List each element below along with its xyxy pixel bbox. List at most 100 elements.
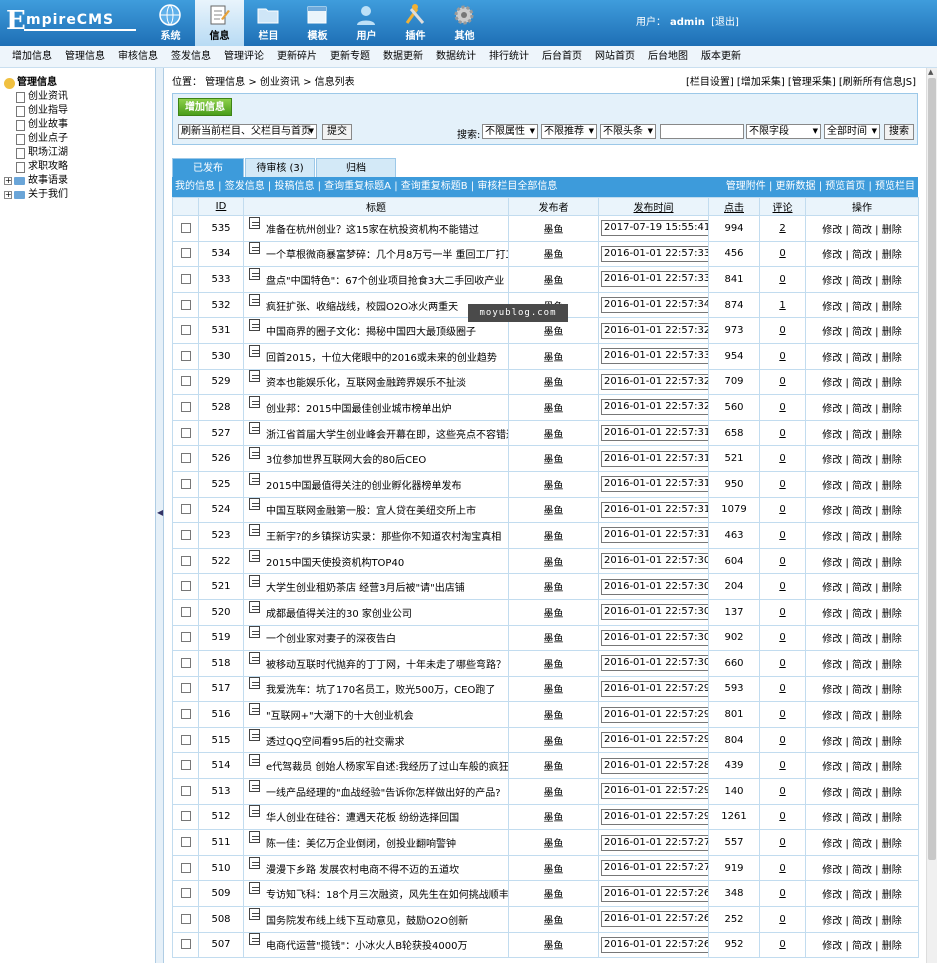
row-checkbox[interactable] xyxy=(180,248,191,259)
menu-item[interactable]: 数据统计 xyxy=(436,46,476,68)
row-title-link[interactable]: 大学生创业租奶茶店 经营3月后被"请"出店铺 xyxy=(266,583,465,594)
row-title-link[interactable]: 陈一佳：美亿万企业倒闭，创投业翻响警钟 xyxy=(266,839,456,850)
edit-document-icon[interactable] xyxy=(249,447,260,460)
row-comments-link[interactable]: 0 xyxy=(779,811,785,822)
row-ops[interactable]: 修改 | 简改 | 删除 xyxy=(805,778,919,805)
row-time-field[interactable]: 2016-01-01 22:57:26 xyxy=(601,885,708,902)
row-title-link[interactable]: 华人创业在硅谷：遭遇天花板 纷纷选择回国 xyxy=(266,813,459,824)
edit-document-icon[interactable] xyxy=(249,216,260,229)
row-title-link[interactable]: 电商代运营"揽钱"：小冰火人B轮获投4000万 xyxy=(266,941,468,952)
edit-document-icon[interactable] xyxy=(249,882,260,895)
row-time-field[interactable]: 2016-01-01 22:57:31 xyxy=(601,425,708,442)
edit-document-icon[interactable] xyxy=(249,370,260,383)
row-checkbox[interactable] xyxy=(180,478,191,489)
row-title-link[interactable]: 国务院发布线上线下互动意见，鼓励O2O创新 xyxy=(266,916,468,927)
row-ops[interactable]: 修改 | 简改 | 删除 xyxy=(805,240,919,268)
row-comments-link[interactable]: 0 xyxy=(779,351,785,362)
menu-item[interactable]: 排行统计 xyxy=(489,46,529,68)
row-checkbox[interactable] xyxy=(180,453,191,464)
row-comments-link[interactable]: 0 xyxy=(779,786,785,797)
row-checkbox[interactable] xyxy=(180,785,191,796)
row-ops[interactable]: 修改 | 简改 | 删除 xyxy=(805,829,919,856)
row-title-link[interactable]: 成都最值得关注的30 家创业公司 xyxy=(266,609,412,620)
row-checkbox[interactable] xyxy=(180,888,191,899)
row-comments-link[interactable]: 0 xyxy=(779,735,785,746)
row-title-link[interactable]: 回首2015，十位大佬眼中的2016或未来的创业趋势 xyxy=(266,353,497,364)
edit-document-icon[interactable] xyxy=(249,754,260,767)
row-checkbox[interactable] xyxy=(180,913,191,924)
filter-recommend-select[interactable]: 不限推荐 xyxy=(541,124,597,139)
row-time-field[interactable]: 2016-01-01 22:57:32 xyxy=(601,373,708,390)
row-ops[interactable]: 修改 | 简改 | 删除 xyxy=(805,266,919,293)
row-title-link[interactable]: e代驾裁员 创始人杨家军自述:我经历了过山车般的疯狂 xyxy=(266,762,508,773)
row-comments-link[interactable]: 0 xyxy=(779,581,785,592)
edit-document-icon[interactable] xyxy=(249,677,260,690)
row-title-link[interactable]: 2015中国天使投资机构TOP40 xyxy=(266,558,404,569)
row-title-link[interactable]: 准备在杭州创业？这15家在杭投资机构不能错过 xyxy=(266,225,479,236)
row-checkbox[interactable] xyxy=(180,939,191,950)
row-title-link[interactable]: 2015中国最值得关注的创业孵化器榜单发布 xyxy=(266,481,461,492)
row-time-field[interactable]: 2016-01-01 22:57:30 xyxy=(601,578,708,595)
edit-document-icon[interactable] xyxy=(249,856,260,869)
menu-item[interactable]: 网站首页 xyxy=(595,46,635,68)
row-ops[interactable]: 修改 | 简改 | 删除 xyxy=(805,624,919,652)
row-time-field[interactable]: 2016-01-01 22:57:29 xyxy=(601,680,708,697)
row-title-link[interactable]: 中国商界的圈子文化：揭秘中国四大最顶级圈子 xyxy=(266,327,476,338)
row-time-field[interactable]: 2016-01-01 22:57:28 xyxy=(601,757,708,774)
row-checkbox[interactable] xyxy=(180,529,191,540)
header-comments[interactable]: 评论 xyxy=(759,197,806,216)
location-links[interactable]: [栏目设置] [增加采集] [管理采集] [刷新所有信息JS] xyxy=(686,76,916,90)
menu-item[interactable]: 数据更新 xyxy=(383,46,423,68)
tree-group[interactable]: + 故事语录 xyxy=(4,174,68,188)
row-checkbox[interactable] xyxy=(180,657,191,668)
row-time-field[interactable]: 2016-01-01 22:57:30 xyxy=(601,604,708,621)
row-checkbox[interactable] xyxy=(180,632,191,643)
menu-item[interactable]: 审核信息 xyxy=(118,46,158,68)
row-title-link[interactable]: 我爱洗车：坑了170名员工，败光500万，CEO跑了 xyxy=(266,685,495,696)
row-comments-link[interactable]: 0 xyxy=(779,760,785,771)
time-range-select[interactable]: 全部时间 xyxy=(824,124,880,139)
edit-document-icon[interactable] xyxy=(249,626,260,639)
row-time-field[interactable]: 2016-01-01 22:57:30 xyxy=(601,553,708,570)
row-comments-link[interactable]: 0 xyxy=(779,530,785,541)
row-comments-link[interactable]: 0 xyxy=(779,325,785,336)
topnav-item-2[interactable]: 栏目 xyxy=(244,0,293,46)
row-checkbox[interactable] xyxy=(180,862,191,873)
row-comments-link[interactable]: 0 xyxy=(779,939,785,950)
expand-plus-icon[interactable]: + xyxy=(4,191,12,199)
row-comments-link[interactable]: 0 xyxy=(779,607,785,618)
row-time-field[interactable]: 2016-01-01 22:57:31 xyxy=(601,527,708,544)
refresh-select[interactable]: 刷新当前栏目、父栏目与首页 xyxy=(178,124,317,139)
row-comments-link[interactable]: 0 xyxy=(779,683,785,694)
menu-item[interactable]: 签发信息 xyxy=(171,46,211,68)
logout-link[interactable]: [退出] xyxy=(711,17,739,28)
row-checkbox[interactable] xyxy=(180,683,191,694)
row-title-link[interactable]: 漫漫下乡路 发展农村电商不得不迈的五道坎 xyxy=(266,865,459,876)
edit-document-icon[interactable] xyxy=(249,728,260,741)
tab-2[interactable]: 归档 xyxy=(316,158,396,177)
edit-document-icon[interactable] xyxy=(249,933,260,946)
edit-document-icon[interactable] xyxy=(249,344,260,357)
row-title-link[interactable]: 浙江省首届大学生创业峰会开幕在即，这些亮点不容错过 xyxy=(266,430,508,441)
topnav-item-5[interactable]: 插件 xyxy=(391,0,440,46)
search-button[interactable]: 搜索 xyxy=(884,124,914,140)
row-comments-link[interactable]: 0 xyxy=(779,863,785,874)
row-checkbox[interactable] xyxy=(180,401,191,412)
link-bar-right[interactable]: 管理附件 | 更新数据 | 预览首页 | 预览栏目 xyxy=(726,177,915,197)
row-checkbox[interactable] xyxy=(180,350,191,361)
row-ops[interactable]: 修改 | 简改 | 删除 xyxy=(805,880,919,908)
row-comments-link[interactable]: 0 xyxy=(779,556,785,567)
row-ops[interactable]: 修改 | 简改 | 删除 xyxy=(805,419,919,447)
tree-item[interactable]: 职场江湖 xyxy=(4,146,68,160)
edit-document-icon[interactable] xyxy=(249,779,260,792)
scroll-thumb[interactable] xyxy=(928,78,936,860)
topnav-item-6[interactable]: 其他 xyxy=(440,0,489,46)
row-ops[interactable]: 修改 | 简改 | 删除 xyxy=(805,675,919,703)
row-time-field[interactable]: 2016-01-01 22:57:33 xyxy=(601,271,708,288)
row-title-link[interactable]: 专访知飞科：18个月三次融资，风先生在如何挑战顺丰 xyxy=(266,890,508,901)
row-ops[interactable]: 修改 | 简改 | 删除 xyxy=(805,931,919,959)
row-ops[interactable]: 修改 | 简改 | 删除 xyxy=(805,803,919,831)
row-comments-link[interactable]: 0 xyxy=(779,402,785,413)
row-comments-link[interactable]: 0 xyxy=(779,888,785,899)
row-time-field[interactable]: 2016-01-01 22:57:29 xyxy=(601,808,708,825)
